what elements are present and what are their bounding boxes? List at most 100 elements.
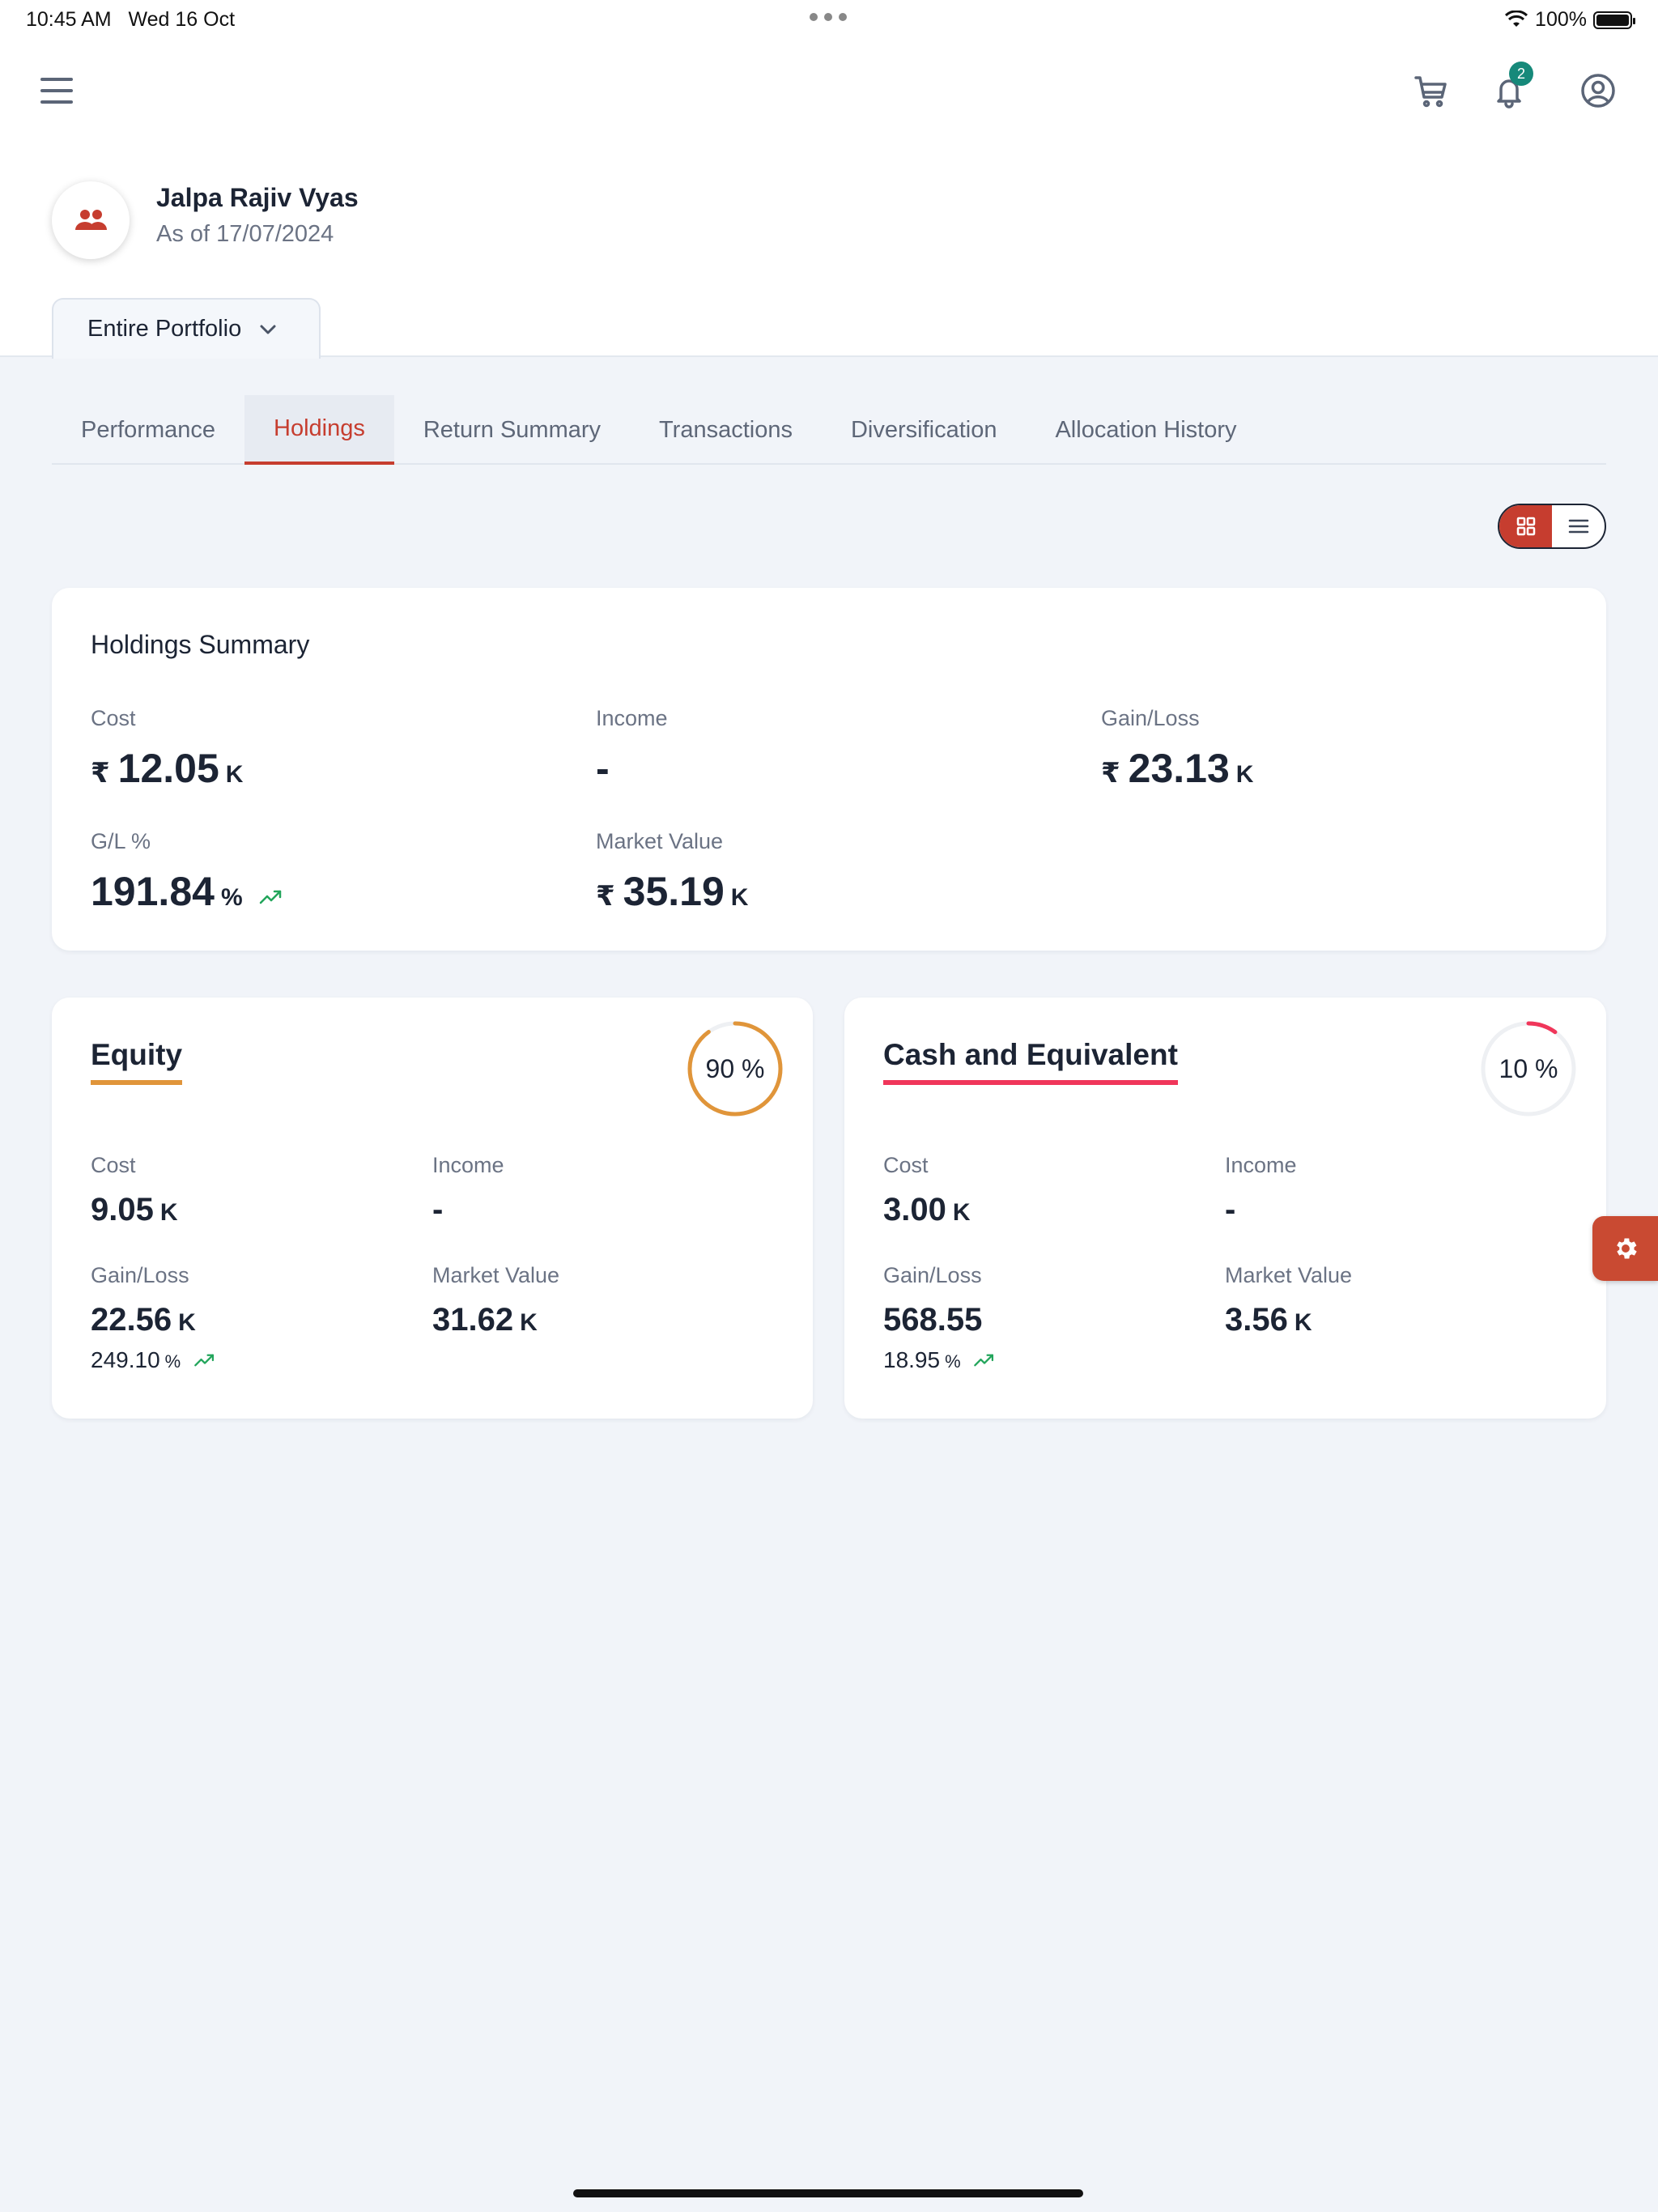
summary-market-value-value: ₹35.19 K (596, 868, 748, 915)
equity-cost-amount: 9.05 (91, 1192, 154, 1227)
cash-gain-loss-label: Gain/Loss (883, 1263, 982, 1287)
cash-cost-unit: K (952, 1199, 971, 1226)
equity-allocation-text: 90 % (705, 1053, 765, 1083)
tab-bar: Performance Holdings Return Summary Tran… (52, 395, 1606, 465)
tab-holdings[interactable]: Holdings (244, 395, 394, 465)
battery-percent: 100% (1535, 8, 1587, 31)
equity-cost-label: Cost (91, 1153, 136, 1177)
cash-cost-label: Cost (883, 1153, 929, 1177)
summary-gain-loss-unit: K (1235, 761, 1254, 788)
equity-market-value-label: Market Value (432, 1263, 560, 1287)
grid-view-button[interactable] (1499, 505, 1552, 547)
chevron-down-icon (260, 325, 276, 334)
cash-cost-value: 3.00 K (883, 1192, 971, 1228)
view-toggle (1498, 504, 1606, 549)
summary-market-value-unit: K (730, 884, 749, 911)
notification-badge: 2 (1509, 62, 1533, 86)
summary-gain-loss-label: Gain/Loss (1101, 706, 1200, 730)
cart-icon[interactable] (1411, 71, 1450, 110)
trending-up-icon (974, 1354, 994, 1367)
equity-cost-value: 9.05 K (91, 1192, 178, 1228)
tab-allocation-history[interactable]: Allocation History (1026, 395, 1265, 465)
summary-income-label: Income (596, 706, 668, 730)
holdings-summary-card: Holdings Summary Cost ₹12.05 K Income - G… (52, 588, 1606, 951)
holdings-summary-title: Holdings Summary (91, 630, 310, 659)
summary-gl-pct-amount: 191.84 (91, 869, 215, 914)
menu-icon[interactable] (40, 78, 73, 104)
list-icon (1568, 519, 1588, 534)
cash-market-value-unit: K (1294, 1309, 1312, 1336)
summary-gain-loss-amount: 23.13 (1128, 746, 1230, 791)
equity-gain-loss-pct-unit: % (164, 1351, 181, 1372)
summary-gain-loss-value: ₹23.13 K (1101, 745, 1253, 792)
cash-market-value-label: Market Value (1225, 1263, 1353, 1287)
trending-up-icon (194, 1354, 215, 1367)
cash-gain-loss-pct: 18.95% (883, 1347, 996, 1373)
equity-gain-loss-pct-value: 249.10 (91, 1347, 160, 1372)
client-avatar (52, 181, 130, 259)
battery-icon (1593, 11, 1635, 29)
equity-income-value: - (432, 1192, 444, 1227)
home-indicator[interactable] (573, 2189, 1083, 2197)
status-time: 10:45 AM Wed 16 Oct (26, 8, 235, 32)
tab-diversification[interactable]: Diversification (822, 395, 1027, 465)
equity-card[interactable]: Equity 90 % Cost 9.05 K Income - Gain/Los… (52, 998, 813, 1419)
cash-cost-amount: 3.00 (883, 1192, 946, 1227)
gear-icon (1616, 1238, 1637, 1259)
user-profile-icon[interactable] (1579, 71, 1618, 110)
cash-gain-loss-pct-value: 18.95 (883, 1347, 941, 1372)
summary-gl-pct-label: G/L % (91, 829, 151, 853)
tab-transactions[interactable]: Transactions (630, 395, 822, 465)
rupee-symbol: ₹ (1101, 758, 1120, 789)
summary-cost-amount: 12.05 (117, 746, 219, 791)
equity-cost-unit: K (159, 1199, 178, 1226)
summary-market-value-label: Market Value (596, 829, 724, 853)
cash-title: Cash and Equivalent (883, 1038, 1178, 1085)
cash-market-value-amount: 3.56 (1225, 1302, 1288, 1338)
equity-gain-loss-pct: 249.10% (91, 1347, 216, 1373)
status-bar: 10:45 AM Wed 16 Oct 100% (0, 0, 1658, 39)
users-group-icon (75, 210, 107, 230)
portfolio-dropdown-label: Entire Portfolio (87, 316, 242, 342)
summary-market-value-amount: 35.19 (623, 869, 725, 914)
summary-gl-pct-value: 191.84% (91, 868, 283, 915)
summary-cost-value: ₹12.05 K (91, 745, 243, 792)
equity-gain-loss-label: Gain/Loss (91, 1263, 189, 1287)
tab-performance[interactable]: Performance (52, 395, 244, 465)
multitasking-dots-icon[interactable] (810, 6, 847, 21)
notification-bell-icon[interactable]: 2 (1490, 62, 1533, 110)
equity-gain-loss-unit: K (178, 1309, 196, 1336)
grid-icon (1516, 517, 1535, 536)
summary-income-value: - (596, 746, 610, 791)
cash-income-value: - (1225, 1192, 1236, 1227)
cash-market-value-value: 3.56 K (1225, 1302, 1312, 1338)
equity-gain-loss-value: 22.56 K (91, 1302, 196, 1338)
status-clock: 10:45 AM (26, 8, 112, 31)
rupee-symbol: ₹ (91, 758, 110, 789)
tab-return-summary[interactable]: Return Summary (394, 395, 630, 465)
equity-market-value-amount: 31.62 (432, 1302, 514, 1338)
settings-button[interactable] (1592, 1216, 1658, 1281)
summary-gl-pct-unit: % (220, 884, 243, 911)
cash-allocation-ring: 10 % (1478, 1019, 1579, 1119)
equity-income-label: Income (432, 1153, 504, 1177)
trending-up-icon (259, 890, 281, 904)
as-of-date: As of 17/07/2024 (156, 221, 334, 247)
wifi-icon (1505, 10, 1528, 27)
summary-cost-label: Cost (91, 706, 136, 730)
cash-gain-loss-pct-unit: % (945, 1351, 961, 1372)
rupee-symbol: ₹ (596, 881, 615, 912)
status-date: Wed 16 Oct (128, 8, 236, 31)
equity-market-value-value: 31.62 K (432, 1302, 538, 1338)
equity-title: Equity (91, 1038, 183, 1085)
equity-allocation-ring: 90 % (685, 1019, 785, 1119)
summary-cost-unit: K (225, 761, 244, 788)
equity-market-value-unit: K (520, 1309, 538, 1336)
portfolio-dropdown[interactable]: Entire Portfolio (52, 298, 321, 359)
cash-equivalent-card[interactable]: Cash and Equivalent 10 % Cost 3.00 K Inco… (844, 998, 1606, 1419)
equity-gain-loss-amount: 22.56 (91, 1302, 172, 1338)
cash-gain-loss-value: 568.55 (883, 1302, 983, 1338)
status-right: 100% (1504, 8, 1635, 32)
list-view-button[interactable] (1552, 505, 1605, 547)
client-name: Jalpa Rajiv Vyas (156, 183, 359, 212)
